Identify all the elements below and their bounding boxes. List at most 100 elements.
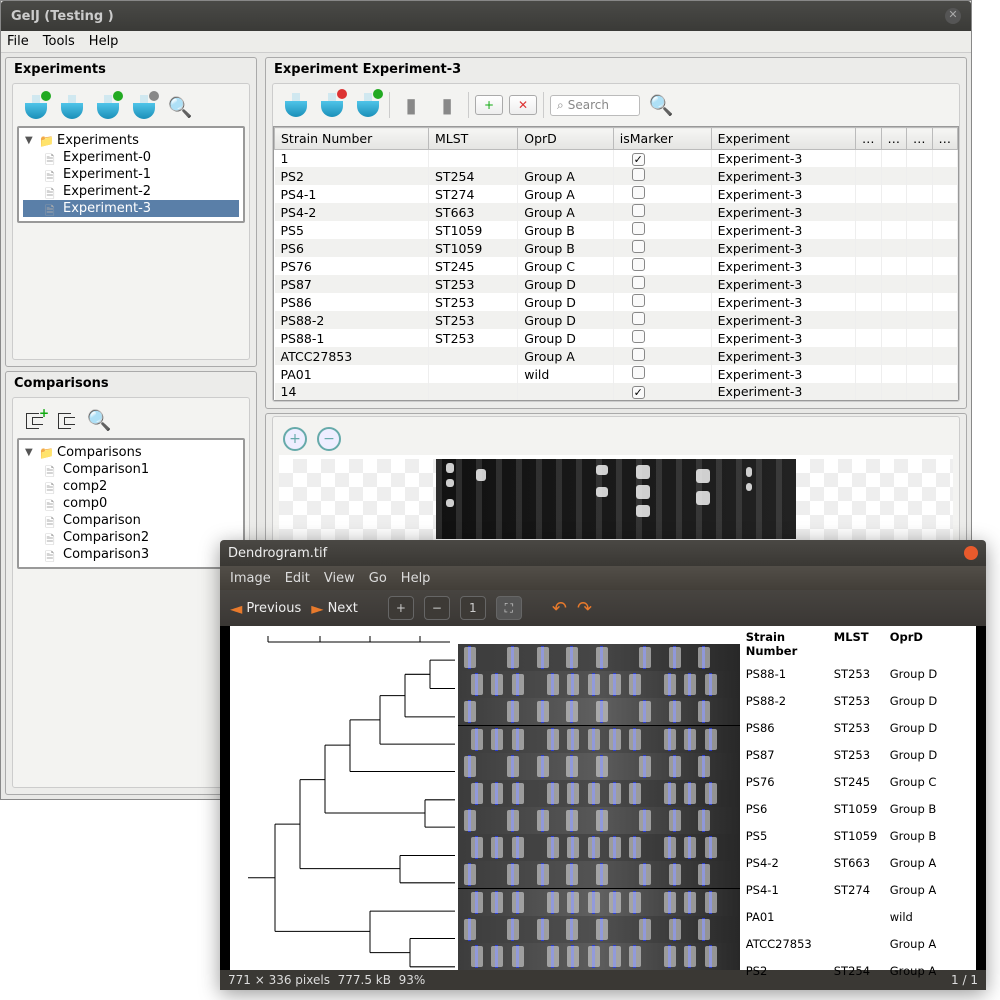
dendrogram-row: PS76ST245Group C xyxy=(740,768,977,795)
zoom-in-button[interactable]: + xyxy=(388,596,414,620)
table-row[interactable]: PS88-2ST253Group DExperiment-3 xyxy=(275,311,958,329)
table-row[interactable]: PS4-1ST274Group AExperiment-3 xyxy=(275,185,958,203)
checkbox[interactable] xyxy=(632,330,645,343)
table-row[interactable]: 1Experiment-3 xyxy=(275,150,958,168)
table-row[interactable]: PA01wildExperiment-3 xyxy=(275,365,958,383)
checkbox[interactable] xyxy=(632,312,645,325)
viewer-titlebar[interactable]: Dendrogram.tif xyxy=(220,540,986,566)
new-dendrogram-button[interactable]: + xyxy=(21,406,49,434)
flask-button-3[interactable] xyxy=(93,92,123,122)
checkbox[interactable] xyxy=(632,386,645,399)
delete-experiment-button[interactable] xyxy=(317,90,347,120)
rotate-left-button[interactable]: ↶ xyxy=(552,598,567,619)
viewer-menu-go[interactable]: Go xyxy=(369,571,387,586)
checkbox[interactable] xyxy=(632,258,645,271)
marker-tool-1[interactable]: ▮ xyxy=(396,90,426,120)
th-extra[interactable]: … xyxy=(856,128,882,150)
th-oprd[interactable]: OprD xyxy=(518,128,614,150)
rotate-right-button[interactable]: ↷ xyxy=(577,598,592,619)
new-experiment-button[interactable] xyxy=(21,92,51,122)
binoculars-icon[interactable]: 🔍 xyxy=(646,90,676,120)
previous-button[interactable]: ◄Previous xyxy=(230,599,301,618)
tree-root[interactable]: ▼📁Comparisons xyxy=(23,444,239,461)
tree-item[interactable]: 🗎Comparison3 xyxy=(23,546,239,563)
arrow-right-icon: ► xyxy=(311,599,323,618)
menu-tools[interactable]: Tools xyxy=(43,34,75,49)
tree-item[interactable]: 🗎Comparison1 xyxy=(23,461,239,478)
checkbox[interactable] xyxy=(632,276,645,289)
checkbox[interactable] xyxy=(632,222,645,235)
th-extra[interactable]: … xyxy=(907,128,933,150)
zoom-100-button[interactable]: 1 xyxy=(460,596,486,620)
tree-item[interactable]: 🗎Experiment-0 xyxy=(23,149,239,166)
checkbox[interactable] xyxy=(632,153,645,166)
strain-table[interactable]: Strain Number MLST OprD isMarker Experim… xyxy=(273,126,959,401)
close-icon[interactable] xyxy=(964,546,978,560)
viewer-menu-view[interactable]: View xyxy=(324,571,355,586)
th-experiment[interactable]: Experiment xyxy=(711,128,855,150)
viewer-body: Strain Number MLST OprD PS88-1ST253Group… xyxy=(220,626,986,970)
checkbox[interactable] xyxy=(632,186,645,199)
dendrogram xyxy=(230,648,458,982)
tree-item[interactable]: 🗎comp0 xyxy=(23,495,239,512)
tree-item[interactable]: 🗎comp2 xyxy=(23,478,239,495)
checkbox[interactable] xyxy=(632,348,645,361)
tree-item[interactable]: 🗎Comparison2 xyxy=(23,529,239,546)
viewer-menu-image[interactable]: Image xyxy=(230,571,271,586)
th-strain[interactable]: Strain Number xyxy=(275,128,429,150)
dendrogram-data-column: Strain Number MLST OprD PS88-1ST253Group… xyxy=(740,626,977,970)
checkbox[interactable] xyxy=(632,294,645,307)
tree-root[interactable]: ▼📁Experiments xyxy=(23,132,239,149)
th-mlst[interactable]: MLST xyxy=(429,128,518,150)
dendrogram-button[interactable] xyxy=(53,406,81,434)
viewer-menu-help[interactable]: Help xyxy=(401,571,431,586)
flask-button-4[interactable] xyxy=(129,92,159,122)
table-row[interactable]: 14Experiment-3 xyxy=(275,383,958,400)
th-ismarker[interactable]: isMarker xyxy=(613,128,711,150)
zoom-in-button[interactable]: + xyxy=(283,427,307,451)
checkbox[interactable] xyxy=(632,204,645,217)
table-row[interactable]: PS5ST1059Group BExperiment-3 xyxy=(275,221,958,239)
search-input[interactable]: ⌕Search xyxy=(550,95,640,116)
titlebar[interactable]: GelJ (Testing ) ✕ xyxy=(1,1,971,31)
marker-tool-2[interactable]: ▮ xyxy=(432,90,462,120)
table-row[interactable]: PS2ST254Group AExperiment-3 xyxy=(275,167,958,185)
table-row[interactable]: PS87ST253Group DExperiment-3 xyxy=(275,275,958,293)
experiments-tree[interactable]: ▼📁Experiments🗎Experiment-0🗎Experiment-1🗎… xyxy=(17,126,245,223)
flask-duplicate-button[interactable] xyxy=(353,90,383,120)
menu-help[interactable]: Help xyxy=(89,34,119,49)
tree-item[interactable]: 🗎Experiment-1 xyxy=(23,166,239,183)
table-row[interactable]: PS86ST253Group DExperiment-3 xyxy=(275,293,958,311)
th-extra[interactable]: … xyxy=(932,128,958,150)
edit-experiment-button[interactable] xyxy=(281,90,311,120)
viewer-menu-edit[interactable]: Edit xyxy=(285,571,310,586)
binoculars-icon[interactable]: 🔍 xyxy=(165,92,195,122)
table-row[interactable]: ATCC27853Group AExperiment-3 xyxy=(275,347,958,365)
table-row[interactable]: PS6ST1059Group BExperiment-3 xyxy=(275,239,958,257)
zoom-out-button[interactable]: − xyxy=(317,427,341,451)
comparisons-toolbar: + 🔍 xyxy=(17,402,245,438)
flask-button-2[interactable] xyxy=(57,92,87,122)
add-button[interactable]: + xyxy=(475,95,503,115)
dendrogram-row: PA01wild xyxy=(740,903,977,930)
close-icon[interactable]: ✕ xyxy=(945,8,961,24)
table-row[interactable]: PS76ST245Group CExperiment-3 xyxy=(275,257,958,275)
checkbox[interactable] xyxy=(632,366,645,379)
checkbox[interactable] xyxy=(632,168,645,181)
tree-item[interactable]: 🗎Experiment-2 xyxy=(23,183,239,200)
comparisons-tree[interactable]: ▼📁Comparisons🗎Comparison1🗎comp2🗎comp0🗎Co… xyxy=(17,438,245,569)
zoom-fit-button[interactable]: ⛶ xyxy=(496,596,522,620)
tree-item[interactable]: 🗎Experiment-3 xyxy=(23,200,239,217)
image-viewer-window: Dendrogram.tif Image Edit View Go Help ◄… xyxy=(220,540,986,990)
tree-item[interactable]: 🗎Comparison xyxy=(23,512,239,529)
zoom-out-button[interactable]: − xyxy=(424,596,450,620)
remove-button[interactable]: ✕ xyxy=(509,95,537,115)
binoculars-icon[interactable]: 🔍 xyxy=(85,406,113,434)
th-extra[interactable]: … xyxy=(881,128,907,150)
menu-file[interactable]: File xyxy=(7,34,29,49)
divider xyxy=(543,92,544,118)
table-row[interactable]: PS4-2ST663Group AExperiment-3 xyxy=(275,203,958,221)
next-button[interactable]: ►Next xyxy=(311,599,358,618)
table-row[interactable]: PS88-1ST253Group DExperiment-3 xyxy=(275,329,958,347)
checkbox[interactable] xyxy=(632,240,645,253)
